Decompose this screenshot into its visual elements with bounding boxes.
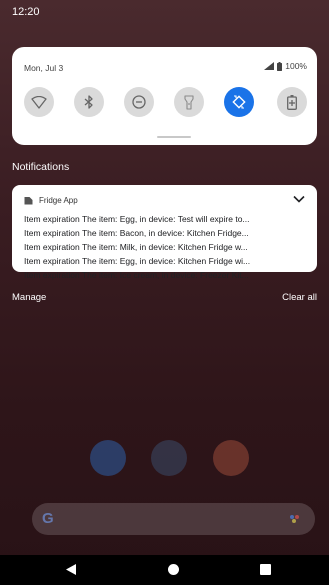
- qs-status-icons: 100%: [264, 61, 307, 71]
- notification-line[interactable]: Item expiration The item: Egg, in device…: [24, 255, 307, 267]
- notification-card[interactable]: Fridge App Item expiration The item: Egg…: [12, 185, 317, 280]
- quick-settings-panel: Mon, Jul 3 100%: [12, 47, 317, 145]
- clear-all-button[interactable]: Clear all: [282, 292, 317, 303]
- battery-icon: [277, 61, 283, 71]
- fridge-app-icon: [24, 197, 33, 205]
- qs-date[interactable]: Mon, Jul 3: [24, 63, 63, 73]
- notifications-header: Notifications: [12, 161, 70, 173]
- chevron-down-icon[interactable]: [293, 195, 305, 203]
- status-time: 12:20: [12, 6, 40, 18]
- do-not-disturb-icon: [132, 95, 146, 109]
- status-bar: 12:20: [0, 0, 329, 22]
- manage-button[interactable]: Manage: [12, 292, 46, 303]
- notification-line[interactable]: Item expiration The item: Milk, in devic…: [24, 241, 307, 253]
- battery-saver-icon: [287, 94, 297, 110]
- play-store-icon: [151, 440, 187, 476]
- cell-signal-icon: [264, 62, 275, 70]
- flashlight-icon: [184, 94, 194, 110]
- recents-icon[interactable]: [260, 564, 271, 575]
- wifi-tile[interactable]: [24, 87, 54, 117]
- assistant-icon: [290, 515, 299, 523]
- flashlight-tile[interactable]: [174, 87, 204, 117]
- messages-icon: [90, 440, 126, 476]
- notification-line[interactable]: Item expiration The item: Bacon, in devi…: [24, 227, 307, 239]
- battery-percent: 100%: [285, 61, 307, 71]
- notification-app-name: Fridge App: [39, 196, 78, 205]
- notification-line[interactable]: Item expiration The item: Ice cream, in …: [24, 269, 307, 281]
- quick-tiles: [24, 87, 307, 117]
- notification-lines: Item expiration The item: Egg, in device…: [24, 213, 307, 281]
- auto-rotate-icon: [232, 95, 246, 109]
- bluetooth-tile[interactable]: [74, 87, 104, 117]
- google-logo: G: [42, 510, 54, 527]
- battery-saver-tile[interactable]: [277, 87, 307, 117]
- auto-rotate-tile[interactable]: [224, 87, 254, 117]
- do-not-disturb-tile[interactable]: [124, 87, 154, 117]
- back-icon[interactable]: [66, 564, 76, 575]
- notification-line[interactable]: Item expiration The item: Egg, in device…: [24, 213, 307, 225]
- chrome-icon: [213, 440, 249, 476]
- wifi-icon: [31, 95, 47, 109]
- qs-drag-handle[interactable]: [157, 136, 191, 138]
- notification-app-row: Fridge App: [24, 196, 78, 205]
- search-bar: G: [32, 503, 315, 535]
- navigation-bar: [0, 555, 329, 585]
- bluetooth-icon: [84, 95, 93, 109]
- home-icon[interactable]: [168, 564, 179, 575]
